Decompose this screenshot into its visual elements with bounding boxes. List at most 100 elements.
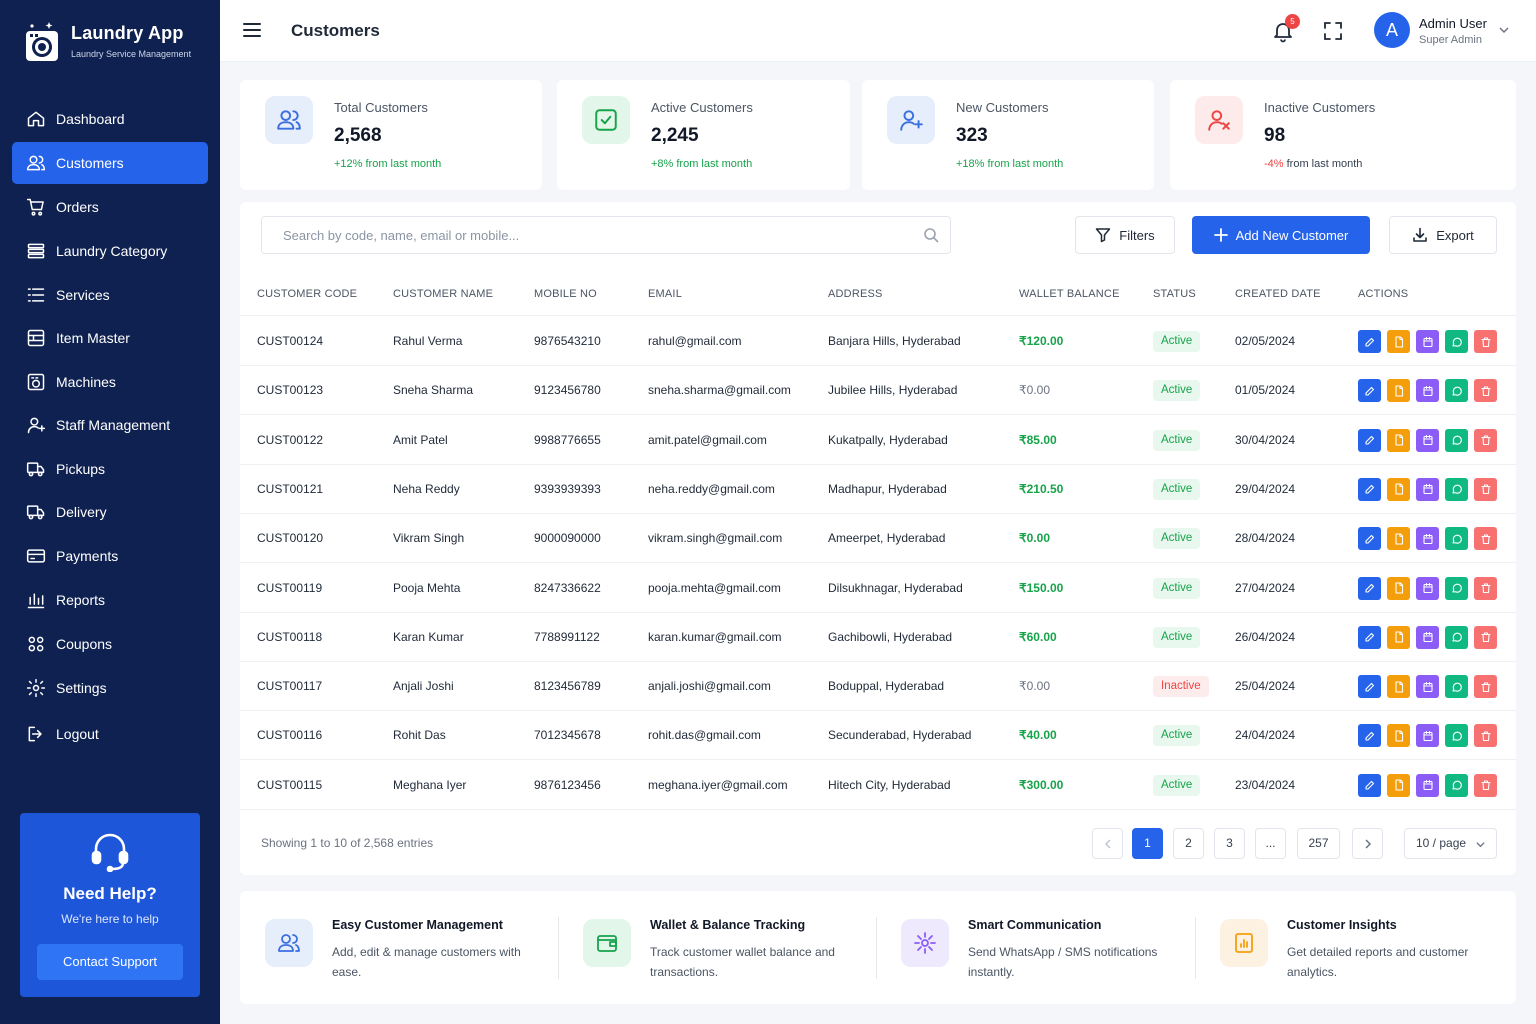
per-page-select[interactable]: 10 / page	[1404, 828, 1497, 859]
document-icon[interactable]	[1387, 576, 1410, 600]
table-row[interactable]: CUST00116 Rohit Das 7012345678 rohit.das@gm…	[240, 711, 1516, 761]
sidebar-item-orders[interactable]: Orders	[12, 186, 208, 228]
sidebar-item-logout[interactable]: Logout	[12, 713, 208, 755]
calendar-icon[interactable]	[1416, 724, 1439, 748]
next-page-button[interactable]	[1352, 828, 1383, 859]
sidebar-item-customers[interactable]: Customers	[12, 142, 208, 184]
document-icon[interactable]	[1387, 527, 1410, 551]
sidebar-item-services[interactable]: Services	[12, 274, 208, 316]
column-header[interactable]: CREATED DATE	[1235, 288, 1321, 300]
sidebar-item-dashboard[interactable]: Dashboard	[12, 98, 208, 140]
sidebar-item-reports[interactable]: Reports	[12, 579, 208, 621]
search-input[interactable]	[262, 217, 912, 253]
trash-icon[interactable]	[1474, 675, 1497, 699]
trash-icon[interactable]	[1474, 477, 1497, 501]
document-icon[interactable]	[1387, 773, 1410, 797]
avatar[interactable]: A	[1374, 12, 1410, 48]
chevron-down-icon[interactable]	[1498, 24, 1510, 36]
trash-icon[interactable]	[1474, 625, 1497, 649]
contact-support-button[interactable]: Contact Support	[37, 944, 183, 980]
table-row[interactable]: CUST00122 Amit Patel 9988776655 amit.patel@…	[240, 416, 1516, 465]
sidebar-item-staff-management[interactable]: Staff Management	[12, 404, 208, 446]
edit-icon[interactable]	[1358, 527, 1381, 551]
document-icon[interactable]	[1387, 675, 1410, 699]
edit-icon[interactable]	[1358, 428, 1381, 452]
calendar-icon[interactable]	[1416, 773, 1439, 797]
sidebar-item-pickups[interactable]: Pickups	[12, 448, 208, 490]
sidebar-item-machines[interactable]: Machines	[12, 361, 208, 403]
whatsapp-icon[interactable]	[1445, 379, 1468, 403]
table-row[interactable]: CUST00123 Sneha Sharma 9123456780 sneha.sha…	[240, 366, 1516, 416]
trash-icon[interactable]	[1474, 330, 1497, 353]
calendar-icon[interactable]	[1416, 576, 1439, 600]
document-icon[interactable]	[1387, 625, 1410, 649]
document-icon[interactable]	[1387, 477, 1410, 501]
filters-button[interactable]: Filters	[1075, 216, 1175, 254]
trash-icon[interactable]	[1474, 428, 1497, 452]
trash-icon[interactable]	[1474, 724, 1497, 748]
table-row[interactable]: CUST00118 Karan Kumar 7788991122 karan.kuma…	[240, 613, 1516, 662]
edit-icon[interactable]	[1358, 477, 1381, 501]
calendar-icon[interactable]	[1416, 477, 1439, 501]
column-header[interactable]: EMAIL	[648, 288, 682, 300]
whatsapp-icon[interactable]	[1445, 724, 1468, 748]
edit-icon[interactable]	[1358, 724, 1381, 748]
document-icon[interactable]	[1387, 379, 1410, 403]
whatsapp-icon[interactable]	[1445, 773, 1468, 797]
document-icon[interactable]	[1387, 724, 1410, 748]
column-header[interactable]: ADDRESS	[828, 288, 883, 300]
whatsapp-icon[interactable]	[1445, 675, 1468, 699]
edit-icon[interactable]	[1358, 675, 1381, 699]
table-row[interactable]: CUST00120 Vikram Singh 9000090000 vikram.si…	[240, 514, 1516, 564]
calendar-icon[interactable]	[1416, 675, 1439, 699]
sidebar-item-payments[interactable]: Payments	[12, 535, 208, 577]
column-header[interactable]: ACTIONS	[1358, 288, 1408, 300]
trash-icon[interactable]	[1474, 576, 1497, 600]
page-button[interactable]: 257	[1297, 828, 1340, 859]
whatsapp-icon[interactable]	[1445, 330, 1468, 353]
page-button[interactable]: 1	[1132, 828, 1163, 859]
table-row[interactable]: CUST00124 Rahul Verma 9876543210 rahul@gmai…	[240, 317, 1516, 366]
user-name[interactable]: Admin User	[1419, 16, 1487, 31]
trash-icon[interactable]	[1474, 527, 1497, 551]
table-row[interactable]: CUST00115 Meghana Iyer 9876123456 meghana.i…	[240, 761, 1516, 810]
document-icon[interactable]	[1387, 428, 1410, 452]
column-header[interactable]: MOBILE NO	[534, 288, 597, 300]
fullscreen-icon[interactable]	[1323, 21, 1343, 41]
column-header[interactable]: STATUS	[1153, 288, 1196, 300]
sidebar-item-laundry-category[interactable]: Laundry Category	[12, 230, 208, 272]
add-customer-button[interactable]: Add New Customer	[1192, 216, 1370, 254]
page-button[interactable]: 2	[1173, 828, 1204, 859]
edit-icon[interactable]	[1358, 625, 1381, 649]
whatsapp-icon[interactable]	[1445, 576, 1468, 600]
whatsapp-icon[interactable]	[1445, 625, 1468, 649]
sidebar-item-settings[interactable]: Settings	[12, 667, 208, 709]
calendar-icon[interactable]	[1416, 527, 1439, 551]
column-header[interactable]: CUSTOMER NAME	[393, 288, 493, 300]
edit-icon[interactable]	[1358, 379, 1381, 403]
whatsapp-icon[interactable]	[1445, 527, 1468, 551]
column-header[interactable]: CUSTOMER CODE	[257, 288, 357, 300]
prev-page-button[interactable]	[1092, 828, 1123, 859]
calendar-icon[interactable]	[1416, 330, 1439, 353]
trash-icon[interactable]	[1474, 379, 1497, 403]
export-button[interactable]: Export	[1389, 216, 1497, 254]
menu-toggle-icon[interactable]	[242, 20, 262, 40]
table-row[interactable]: CUST00117 Anjali Joshi 8123456789 anjali.jo…	[240, 662, 1516, 712]
edit-icon[interactable]	[1358, 576, 1381, 600]
page-button[interactable]: 3	[1214, 828, 1245, 859]
whatsapp-icon[interactable]	[1445, 477, 1468, 501]
document-icon[interactable]	[1387, 330, 1410, 353]
trash-icon[interactable]	[1474, 773, 1497, 797]
calendar-icon[interactable]	[1416, 428, 1439, 452]
table-row[interactable]: CUST00119 Pooja Mehta 8247336622 pooja.meht…	[240, 564, 1516, 613]
sidebar-item-delivery[interactable]: Delivery	[12, 491, 208, 533]
edit-icon[interactable]	[1358, 773, 1381, 797]
whatsapp-icon[interactable]	[1445, 428, 1468, 452]
app-logo[interactable]: Laundry App Laundry Service Management	[25, 20, 191, 62]
search-icon[interactable]	[923, 227, 939, 243]
column-header[interactable]: WALLET BALANCE	[1019, 288, 1120, 300]
sidebar-item-item-master[interactable]: Item Master	[12, 317, 208, 359]
sidebar-item-coupons[interactable]: Coupons	[12, 623, 208, 665]
calendar-icon[interactable]	[1416, 625, 1439, 649]
